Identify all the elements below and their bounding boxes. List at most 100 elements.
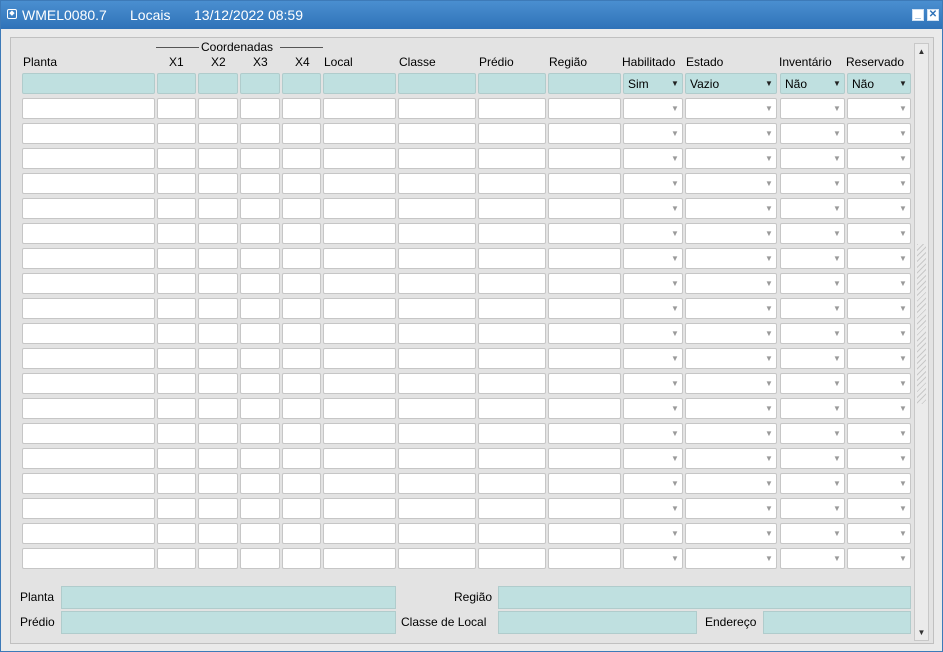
row-4-classe-field[interactable]: [398, 173, 476, 194]
row-3-x4-field[interactable]: [282, 148, 321, 169]
row-14-inventario-select[interactable]: ▼: [780, 423, 845, 444]
footer-classe-local-field[interactable]: [498, 611, 697, 634]
row-4-x1-field[interactable]: [157, 173, 196, 194]
row-14-local-field[interactable]: [323, 423, 396, 444]
row-19-reservado-select[interactable]: ▼: [847, 548, 911, 569]
minimize-icon[interactable]: _: [912, 9, 924, 21]
row-17-x3-field[interactable]: [240, 498, 280, 519]
row-1-local-field[interactable]: [323, 98, 396, 119]
row-2-reservado-select[interactable]: ▼: [847, 123, 911, 144]
dropdown-arrow-icon[interactable]: ▼: [764, 378, 774, 390]
row-2-x2-field[interactable]: [198, 123, 238, 144]
row-19-x1-field[interactable]: [157, 548, 196, 569]
row-5-habilitado-select[interactable]: ▼: [623, 198, 683, 219]
row-3-estado-select[interactable]: ▼: [685, 148, 777, 169]
dropdown-arrow-icon[interactable]: ▼: [898, 353, 908, 365]
row-7-regiao-field[interactable]: [548, 248, 621, 269]
row-18-predio-field[interactable]: [478, 523, 546, 544]
row-2-local-field[interactable]: [323, 123, 396, 144]
row-7-predio-field[interactable]: [478, 248, 546, 269]
footer-regiao-field[interactable]: [498, 586, 911, 609]
row-4-regiao-field[interactable]: [548, 173, 621, 194]
dropdown-arrow-icon[interactable]: ▼: [670, 403, 680, 415]
row-14-estado-select[interactable]: ▼: [685, 423, 777, 444]
row-9-regiao-field[interactable]: [548, 298, 621, 319]
row-16-predio-field[interactable]: [478, 473, 546, 494]
row-17-x2-field[interactable]: [198, 498, 238, 519]
dropdown-arrow-icon[interactable]: ▼: [832, 553, 842, 565]
row-18-x4-field[interactable]: [282, 523, 321, 544]
row-1-regiao-field[interactable]: [548, 98, 621, 119]
dropdown-arrow-icon[interactable]: ▼: [898, 303, 908, 315]
row-9-predio-field[interactable]: [478, 298, 546, 319]
dropdown-arrow-icon[interactable]: ▼: [898, 553, 908, 565]
row-18-estado-select[interactable]: ▼: [685, 523, 777, 544]
row-14-regiao-field[interactable]: [548, 423, 621, 444]
row-9-classe-field[interactable]: [398, 298, 476, 319]
row-17-local-field[interactable]: [323, 498, 396, 519]
row-16-x3-field[interactable]: [240, 473, 280, 494]
row-15-local-field[interactable]: [323, 448, 396, 469]
row-10-local-field[interactable]: [323, 323, 396, 344]
row-12-x1-field[interactable]: [157, 373, 196, 394]
row-4-reservado-select[interactable]: ▼: [847, 173, 911, 194]
row-3-predio-field[interactable]: [478, 148, 546, 169]
dropdown-arrow-icon[interactable]: ▼: [832, 503, 842, 515]
dropdown-arrow-icon[interactable]: ▼: [898, 203, 908, 215]
row-15-planta-field[interactable]: [22, 448, 155, 469]
row-13-habilitado-select[interactable]: ▼: [623, 398, 683, 419]
row-15-regiao-field[interactable]: [548, 448, 621, 469]
dropdown-arrow-icon[interactable]: ▼: [764, 103, 774, 115]
row-10-x2-field[interactable]: [198, 323, 238, 344]
row-12-inventario-select[interactable]: ▼: [780, 373, 845, 394]
row-8-habilitado-select[interactable]: ▼: [623, 273, 683, 294]
dropdown-arrow-icon[interactable]: ▼: [670, 228, 680, 240]
row-7-local-field[interactable]: [323, 248, 396, 269]
dropdown-arrow-icon[interactable]: ▼: [764, 428, 774, 440]
row-17-habilitado-select[interactable]: ▼: [623, 498, 683, 519]
query-x2-field[interactable]: [198, 73, 238, 94]
dropdown-arrow-icon[interactable]: ▼: [832, 353, 842, 365]
query-regiao-field[interactable]: [548, 73, 621, 94]
row-2-x1-field[interactable]: [157, 123, 196, 144]
row-1-reservado-select[interactable]: ▼: [847, 98, 911, 119]
row-8-inventario-select[interactable]: ▼: [780, 273, 845, 294]
dropdown-arrow-icon[interactable]: ▼: [898, 453, 908, 465]
row-6-planta-field[interactable]: [22, 223, 155, 244]
row-14-x1-field[interactable]: [157, 423, 196, 444]
row-5-x2-field[interactable]: [198, 198, 238, 219]
row-15-x2-field[interactable]: [198, 448, 238, 469]
dropdown-arrow-icon[interactable]: ▼: [670, 378, 680, 390]
dropdown-arrow-icon[interactable]: ▼: [670, 278, 680, 290]
row-16-x4-field[interactable]: [282, 473, 321, 494]
row-19-x4-field[interactable]: [282, 548, 321, 569]
row-9-x4-field[interactable]: [282, 298, 321, 319]
row-13-reservado-select[interactable]: ▼: [847, 398, 911, 419]
row-16-inventario-select[interactable]: ▼: [780, 473, 845, 494]
row-6-habilitado-select[interactable]: ▼: [623, 223, 683, 244]
row-11-planta-field[interactable]: [22, 348, 155, 369]
row-13-estado-select[interactable]: ▼: [685, 398, 777, 419]
row-12-local-field[interactable]: [323, 373, 396, 394]
dropdown-arrow-icon[interactable]: ▼: [832, 128, 842, 140]
row-1-classe-field[interactable]: [398, 98, 476, 119]
row-1-predio-field[interactable]: [478, 98, 546, 119]
row-9-estado-select[interactable]: ▼: [685, 298, 777, 319]
row-7-x2-field[interactable]: [198, 248, 238, 269]
dropdown-arrow-icon[interactable]: ▼: [670, 478, 680, 490]
row-5-estado-select[interactable]: ▼: [685, 198, 777, 219]
row-2-x4-field[interactable]: [282, 123, 321, 144]
query-planta-field[interactable]: [22, 73, 155, 94]
row-7-planta-field[interactable]: [22, 248, 155, 269]
row-8-x4-field[interactable]: [282, 273, 321, 294]
row-4-x3-field[interactable]: [240, 173, 280, 194]
row-4-habilitado-select[interactable]: ▼: [623, 173, 683, 194]
row-14-predio-field[interactable]: [478, 423, 546, 444]
row-7-reservado-select[interactable]: ▼: [847, 248, 911, 269]
row-15-estado-select[interactable]: ▼: [685, 448, 777, 469]
scroll-up-icon[interactable]: ▲: [916, 46, 927, 57]
row-14-habilitado-select[interactable]: ▼: [623, 423, 683, 444]
row-10-predio-field[interactable]: [478, 323, 546, 344]
row-3-x1-field[interactable]: [157, 148, 196, 169]
row-11-inventario-select[interactable]: ▼: [780, 348, 845, 369]
